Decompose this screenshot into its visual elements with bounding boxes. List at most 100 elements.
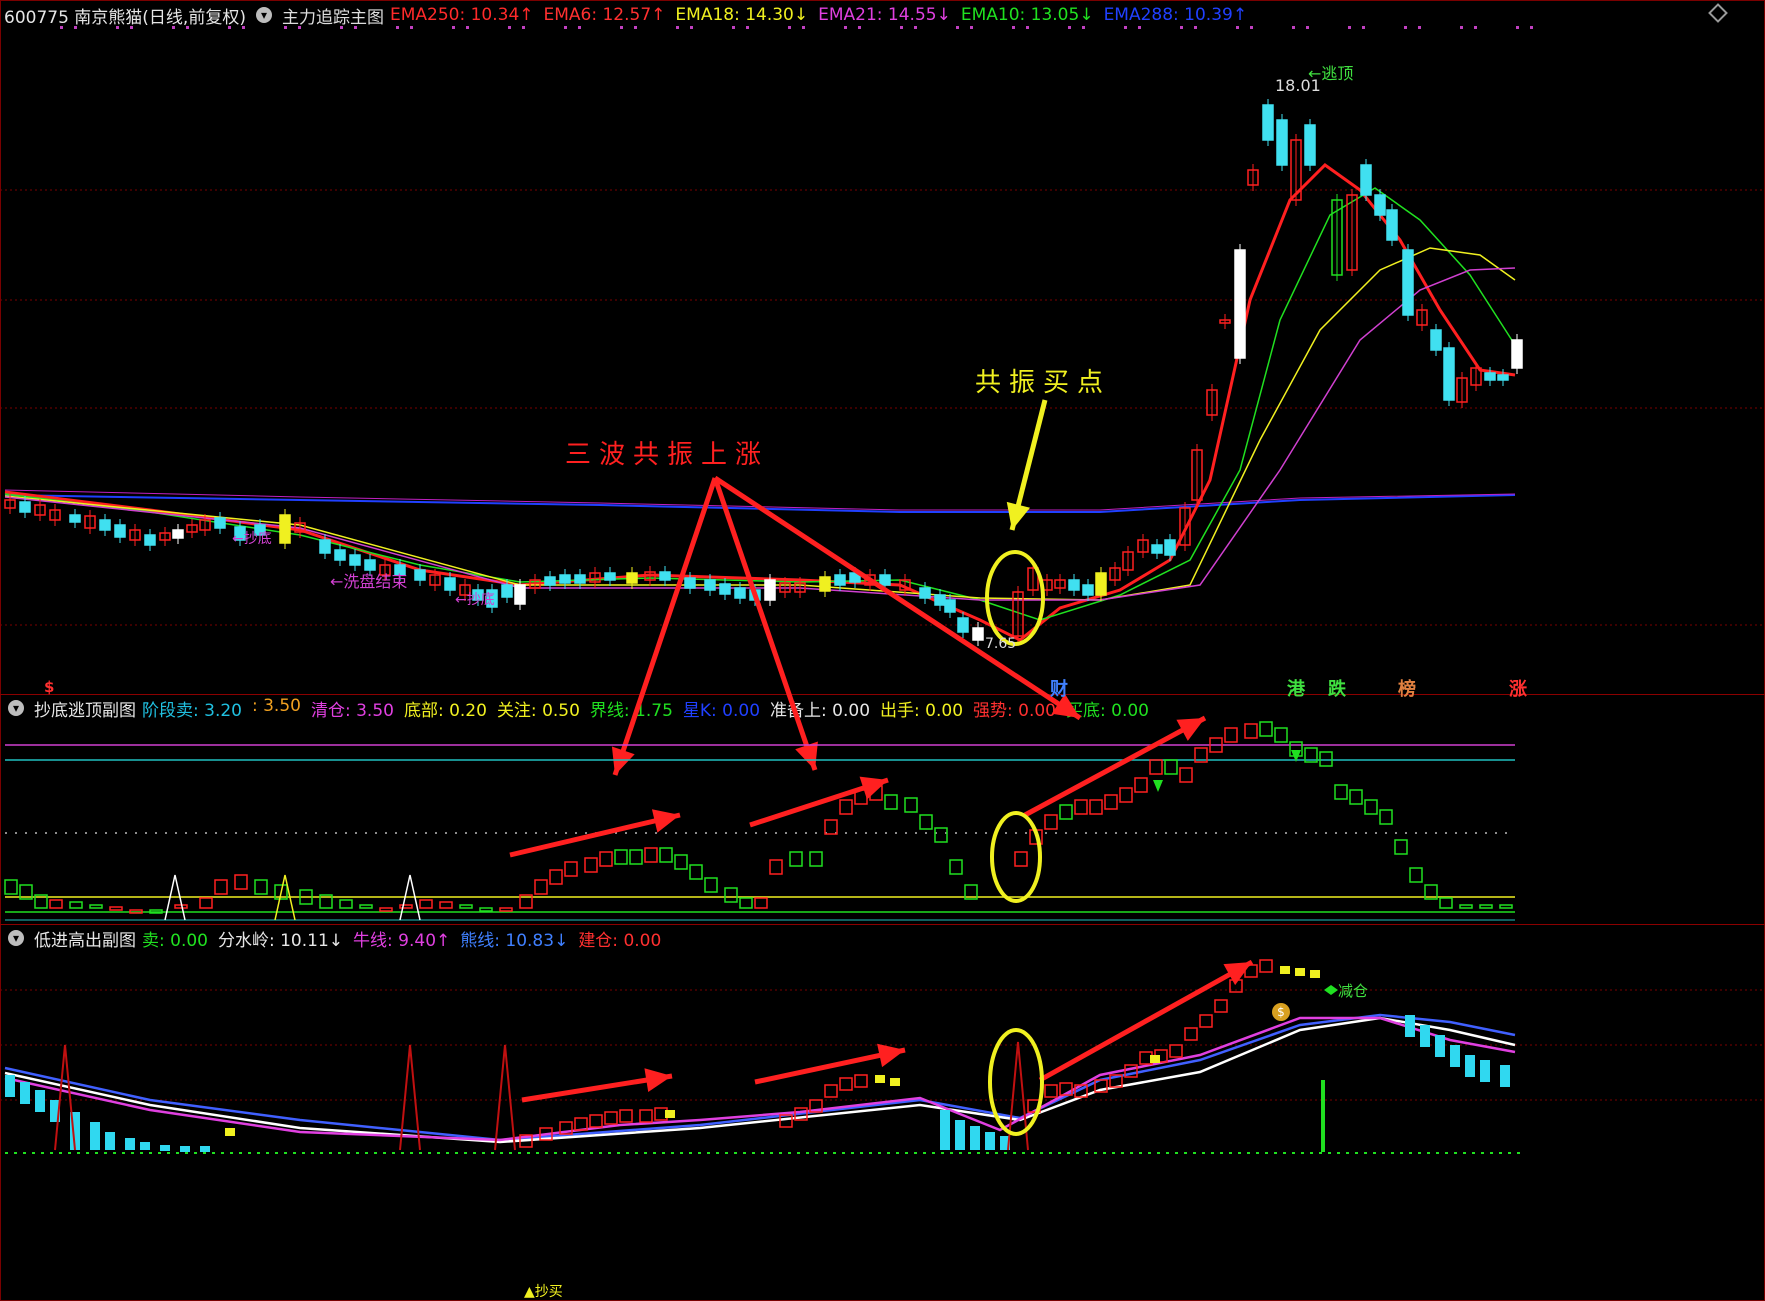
sub1-step-bar — [1224, 727, 1238, 743]
sub1-step-bar — [379, 907, 393, 912]
sub2-wave-arrow-1-head — [644, 1068, 672, 1092]
candle-body — [319, 539, 331, 554]
top-marker — [1194, 26, 1197, 29]
three-wave-arrow-1 — [612, 477, 718, 776]
top-marker — [578, 26, 581, 29]
sub2-cyan-block — [1500, 1065, 1510, 1087]
sub2-cyan-block — [1450, 1045, 1460, 1067]
three-wave-arrow-2-head — [795, 741, 818, 770]
top-marker — [1460, 26, 1463, 29]
candle-body — [144, 534, 156, 546]
sub1-step-bar — [4, 879, 18, 895]
sub2-reduce-marker — [1324, 985, 1338, 995]
sub1-step-bar — [439, 901, 453, 909]
sub2-cyan-block — [105, 1132, 115, 1150]
sub1-step-bar — [809, 851, 823, 867]
candle-body — [69, 514, 81, 523]
top-marker — [690, 26, 693, 29]
candle-body — [544, 576, 556, 586]
sub2-red-step — [1259, 959, 1273, 973]
sub2-yellow-step — [875, 1075, 885, 1083]
sub1-step-bar — [1394, 839, 1408, 855]
top-marker — [1138, 26, 1141, 29]
candle-body — [1082, 584, 1094, 596]
top-marker — [186, 26, 189, 29]
sub2-cyan-block — [180, 1146, 190, 1152]
sub1-step-bar — [479, 907, 493, 912]
three-wave-annotation: 三波共振上涨 — [565, 440, 770, 470]
top-marker — [1012, 26, 1015, 29]
sub2-red-step — [1199, 1014, 1213, 1028]
sub1-step-bar — [459, 904, 473, 909]
event-tag-dollar[interactable]: $ — [42, 678, 56, 696]
chart-canvas[interactable] — [0, 0, 1765, 1301]
sub2-cyan-block — [125, 1138, 135, 1150]
candle-body — [1443, 347, 1455, 401]
sub2-yellow-step — [890, 1078, 900, 1086]
sub1-step-bar — [754, 897, 768, 909]
event-tag-finance[interactable]: 财 — [1048, 675, 1070, 701]
candle-body — [1151, 544, 1163, 554]
sub1-step-bar — [1259, 721, 1273, 737]
candle-body — [684, 577, 696, 589]
event-tag-fall[interactable]: 跌 — [1326, 675, 1348, 701]
sub2-red-step — [854, 1074, 868, 1088]
sub2-yellow-step — [1295, 968, 1305, 976]
sub1-step-bar — [1439, 897, 1453, 909]
sub2-yellow-step — [1280, 966, 1290, 974]
sub1-step-bar — [1089, 799, 1103, 815]
candle-body — [514, 584, 526, 605]
sub2-cyan-block — [1405, 1015, 1415, 1037]
candle-body — [114, 524, 126, 538]
sub2-cyan-block — [1435, 1035, 1445, 1057]
candle-body — [659, 571, 671, 581]
sub1-step-bar — [564, 861, 578, 877]
resonance-circle-sub1 — [990, 811, 1042, 903]
event-tag-rise[interactable]: 涨 — [1507, 675, 1529, 701]
sub1-step-bar — [884, 794, 898, 810]
top-marker — [242, 26, 245, 29]
sub2-red-step — [589, 1114, 603, 1128]
top-marker — [956, 26, 959, 29]
sub1-step-bar — [339, 899, 353, 909]
candle-body — [1374, 194, 1386, 216]
sub2-cyan-block — [20, 1082, 30, 1104]
event-tag-list[interactable]: 榜 — [1396, 675, 1418, 701]
three-wave-arrow-2 — [712, 477, 818, 771]
top-marker — [858, 26, 861, 29]
candle-body — [1068, 579, 1080, 591]
sub1-step-bar — [89, 904, 103, 909]
candle-body — [944, 599, 956, 613]
sub1-wave-arrow-1-head — [651, 809, 680, 833]
candle-body — [1095, 572, 1107, 596]
sub1-step-bar — [769, 859, 783, 875]
sub1-step-bar — [399, 904, 413, 909]
sub1-step-bar — [109, 906, 123, 911]
sub2-red-step — [1169, 1044, 1183, 1058]
sub2-cyan-block — [1465, 1055, 1475, 1077]
top-marker — [788, 26, 791, 29]
event-tag-hk[interactable]: 港 — [1285, 675, 1307, 701]
sub1-step-bar — [949, 859, 963, 875]
top-marker — [354, 26, 357, 29]
candle-body — [934, 594, 946, 606]
top-marker — [844, 26, 847, 29]
sub1-step-bar — [499, 907, 513, 912]
sub1-step-bar — [789, 851, 803, 867]
candle-body — [414, 569, 426, 581]
candle-body — [172, 529, 184, 539]
sub1-step-bar — [739, 897, 753, 909]
candle-body — [1497, 374, 1509, 381]
sub1-step-bar — [1179, 767, 1193, 783]
top-marker — [60, 26, 63, 29]
candle-body — [1234, 249, 1246, 359]
sub2-red-step — [619, 1109, 633, 1123]
sub1-step-bar — [69, 901, 83, 909]
top-marker — [116, 26, 119, 29]
candle-body — [574, 574, 586, 584]
sub1-step-bar — [1319, 751, 1333, 767]
top-marker — [396, 26, 399, 29]
sub1-step-bar — [659, 847, 673, 863]
top-marker — [1474, 26, 1477, 29]
buy-label-1: ←抄底 — [232, 531, 272, 547]
